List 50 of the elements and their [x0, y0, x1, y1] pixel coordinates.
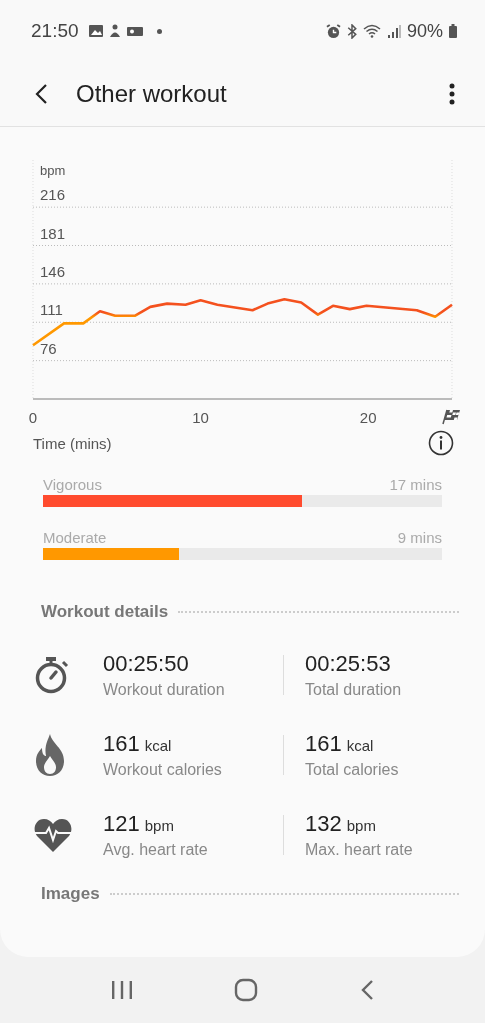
x-tick-label: 20: [359, 409, 377, 426]
notification-dot: [156, 28, 162, 34]
detail-value: 161: [305, 731, 342, 757]
detail-value: 121: [103, 811, 140, 837]
figure-icon: [108, 24, 121, 38]
detail-label: Avg. heart rate: [103, 841, 209, 859]
detail-label: Max. heart rate: [305, 841, 414, 859]
card-icon: [126, 25, 143, 37]
detail-value: 161: [103, 731, 140, 757]
battery-percent: 90%: [406, 20, 443, 42]
signal-icon: [386, 24, 401, 38]
bluetooth-icon: [346, 23, 357, 39]
more-options-icon[interactable]: [449, 83, 455, 105]
detail-value: 00:25:50: [103, 651, 189, 677]
detail-value: 00:25:53: [305, 651, 391, 677]
flame-icon: [34, 734, 66, 776]
x-tick-label: 10: [192, 409, 209, 426]
intensity-time: 9 mins: [397, 529, 442, 546]
y-axis-label: bpm: [40, 163, 66, 178]
stopwatch-icon: [34, 656, 70, 694]
section-title: Images: [41, 884, 100, 904]
intensity-label: Vigorous: [43, 476, 102, 493]
wifi-icon: [362, 24, 381, 38]
intensity-label: Moderate: [43, 529, 107, 546]
y-tick-label: 146: [40, 262, 66, 280]
gallery-icon: [88, 25, 103, 37]
finish-flag-icon: [442, 409, 460, 425]
clock: 21:50: [31, 20, 79, 42]
y-tick-label: 111: [40, 301, 63, 319]
x-axis-label: Time (mins): [33, 434, 112, 452]
detail-unit: kcal: [144, 737, 172, 754]
heart-pulse-icon: [34, 818, 72, 852]
section-title: Workout details: [41, 602, 169, 622]
detail-label: Total duration: [305, 681, 403, 699]
battery-icon: [449, 24, 457, 38]
detail-unit: bpm: [144, 817, 174, 834]
y-tick-label: 76: [40, 339, 57, 357]
detail-unit: kcal: [346, 737, 374, 754]
detail-value: 132: [305, 811, 342, 837]
x-tick-label: 0: [28, 409, 38, 426]
intensity-time: 17 mins: [389, 476, 442, 493]
y-tick-label: 181: [40, 224, 66, 242]
detail-label: Total calories: [305, 761, 400, 779]
detail-unit: bpm: [346, 817, 376, 834]
screen-title: Other workout: [76, 80, 227, 108]
y-tick-label: 216: [40, 186, 66, 204]
info-button[interactable]: [428, 430, 454, 456]
detail-label: Workout calories: [103, 761, 223, 779]
alarm-icon: [325, 23, 341, 39]
detail-label: Workout duration: [103, 681, 226, 699]
